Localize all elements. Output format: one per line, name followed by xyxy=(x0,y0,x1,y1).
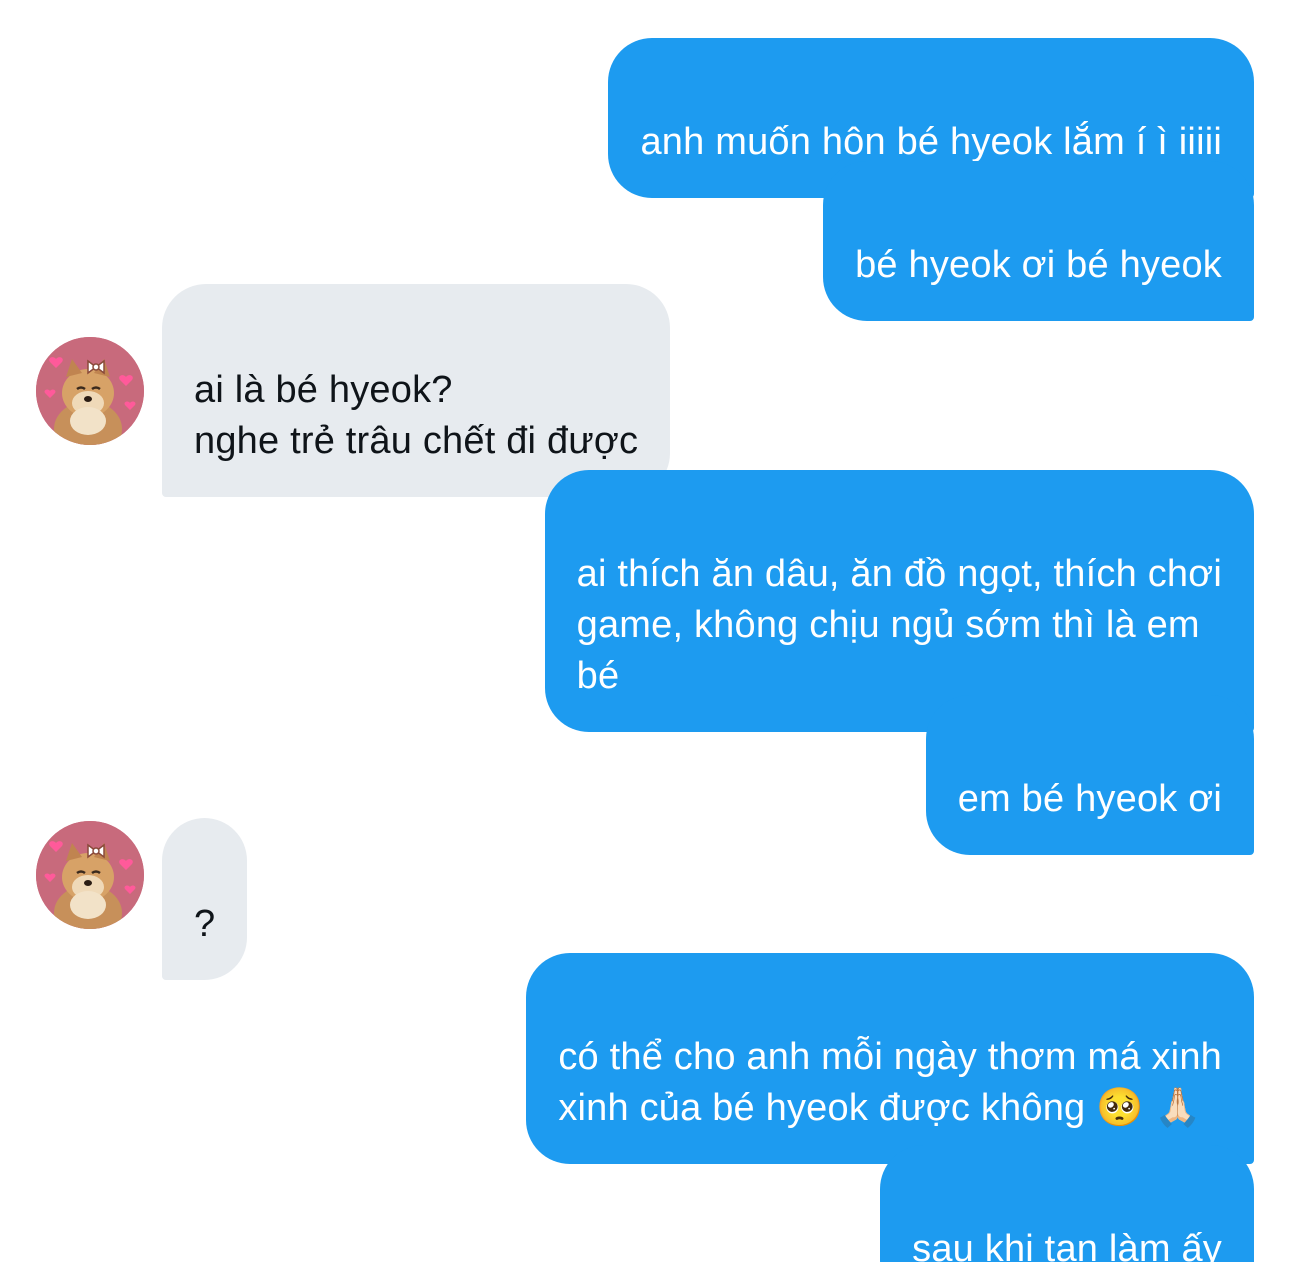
message-text: anh muốn hôn bé hyeok lắm í ì iiiii xyxy=(640,121,1222,163)
received-message-bubble[interactable]: ai là bé hyeok? nghe trẻ trâu chết đi đư… xyxy=(162,284,671,497)
message-text: em bé hyeok ơi xyxy=(957,778,1222,820)
message-text: ai thích ăn dâu, ăn đồ ngọt, thích chơi … xyxy=(576,553,1222,697)
cheems-dog-avatar-icon xyxy=(36,337,144,445)
sent-message-bubble[interactable]: bé hyeok ơi bé hyeok xyxy=(823,161,1254,321)
sent-message-bubble[interactable]: em bé hyeok ơi xyxy=(925,695,1254,855)
sent-message-bubble[interactable]: có thể cho anh mỗi ngày thơm má xinh xin… xyxy=(526,953,1254,1164)
cheems-dog-avatar-icon xyxy=(36,821,144,929)
message-text: bé hyeok ơi bé hyeok xyxy=(855,244,1222,286)
contact-avatar[interactable] xyxy=(36,337,144,445)
message-text: có thể cho anh mỗi ngày thơm má xinh xin… xyxy=(558,1036,1222,1129)
message-thread: anh muốn hôn bé hyeok lắm í ì iiiii bé h… xyxy=(0,0,1290,1262)
received-message-bubble[interactable]: ? xyxy=(162,818,248,980)
message-text: ai là bé hyeok? nghe trẻ trâu chết đi đư… xyxy=(194,369,639,462)
message-text: ? xyxy=(194,903,216,945)
contact-avatar[interactable] xyxy=(36,821,144,929)
message-text: sau khi tan làm ấy xyxy=(912,1228,1222,1262)
sent-message-bubble[interactable]: ai thích ăn dâu, ăn đồ ngọt, thích chơi … xyxy=(544,470,1254,732)
sent-message-bubble[interactable]: sau khi tan làm ấy xyxy=(880,1145,1254,1262)
